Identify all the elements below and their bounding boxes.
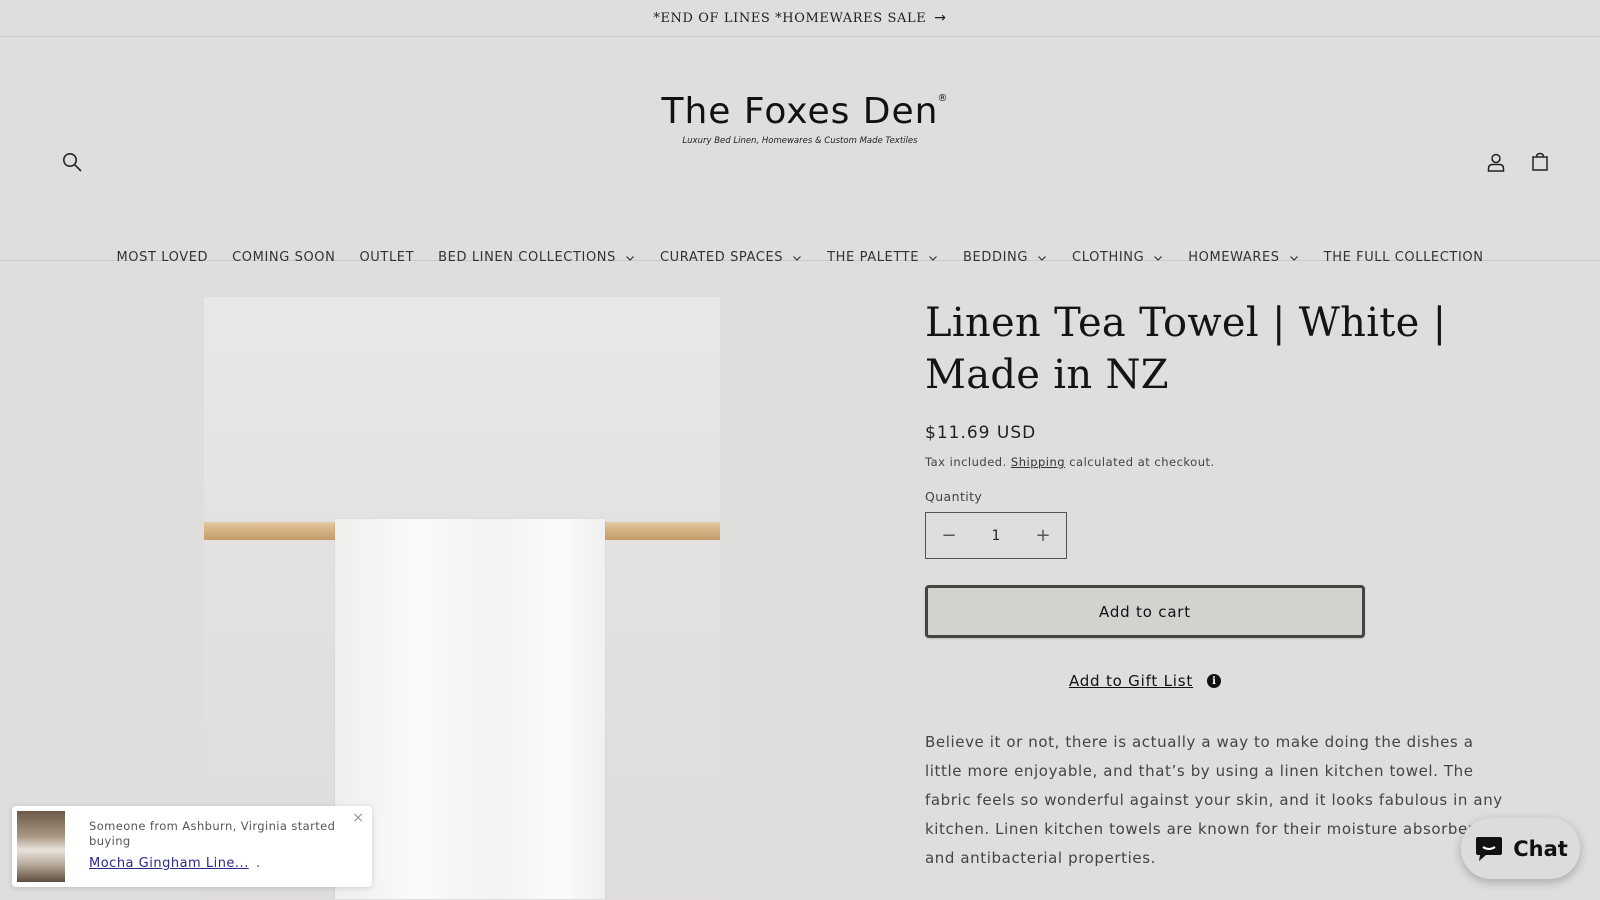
add-to-cart-button[interactable]: Add to cart — [925, 585, 1365, 638]
quantity-stepper: − + — [925, 512, 1067, 559]
registered-mark: ® — [937, 93, 949, 104]
logo-tagline: Luxury Bed Linen, Homewares & Custom Mad… — [682, 136, 918, 146]
product-price: $11.69 USD — [925, 423, 1037, 443]
toast-suffix: . — [256, 856, 261, 871]
toast-thumbnail[interactable] — [17, 811, 65, 882]
info-icon[interactable]: i — [1207, 674, 1222, 688]
product-info: Linen Tea Towel | White | Made in NZ $11… — [925, 297, 1525, 873]
logo-title[interactable]: The Foxes Den ® — [662, 91, 948, 132]
announcement-text[interactable]: *END OF LINES *HOMEWARES SALE — [653, 11, 926, 26]
tax-note: Tax included. Shipping calculated at che… — [925, 455, 1525, 469]
gift-list-row: Add to Gift List i — [925, 672, 1365, 690]
minus-icon[interactable]: − — [926, 513, 972, 558]
quantity-label: Quantity — [925, 489, 983, 504]
site-header: The Foxes Den ® Luxury Bed Linen, Homewar… — [0, 37, 1600, 265]
shipping-link[interactable]: Shipping — [1011, 455, 1065, 469]
tea-towel — [335, 519, 605, 899]
toast-message: Someone from Ashburn, Virginia started b… — [89, 819, 336, 848]
arrow-right-icon[interactable]: → — [934, 10, 946, 26]
tax-prefix: Tax included. — [925, 455, 1011, 469]
chat-button[interactable]: Chat — [1461, 818, 1580, 879]
announcement-bar[interactable]: *END OF LINES *HOMEWARES SALE → — [0, 0, 1600, 37]
chat-bubble-icon — [1476, 836, 1503, 861]
recent-purchase-toast[interactable]: Someone from Ashburn, Virginia started b… — [12, 806, 372, 887]
search-icon[interactable] — [60, 150, 84, 174]
close-icon[interactable]: × — [352, 810, 364, 826]
product-section: Linen Tea Towel | White | Made in NZ $11… — [0, 261, 1600, 899]
plus-icon[interactable]: + — [1020, 513, 1066, 558]
account-icon[interactable] — [1484, 150, 1508, 174]
logo[interactable]: The Foxes Den ® Luxury Bed Linen, Homewar… — [0, 91, 1600, 146]
cart-icon[interactable] — [1528, 150, 1552, 174]
product-description: Believe it or not, there is actually a w… — [925, 733, 1503, 867]
chat-label[interactable]: Chat — [1513, 837, 1568, 861]
logo-title-text[interactable]: The Foxes Den — [662, 91, 939, 132]
product-title: Linen Tea Towel | White | Made in NZ — [925, 300, 1447, 398]
quantity-input[interactable] — [972, 527, 1020, 544]
tax-suffix: calculated at checkout. — [1065, 455, 1215, 469]
add-to-gift-list-link[interactable]: Add to Gift List — [1069, 672, 1193, 690]
toast-product-link[interactable]: Mocha Gingham Line... — [89, 856, 249, 871]
